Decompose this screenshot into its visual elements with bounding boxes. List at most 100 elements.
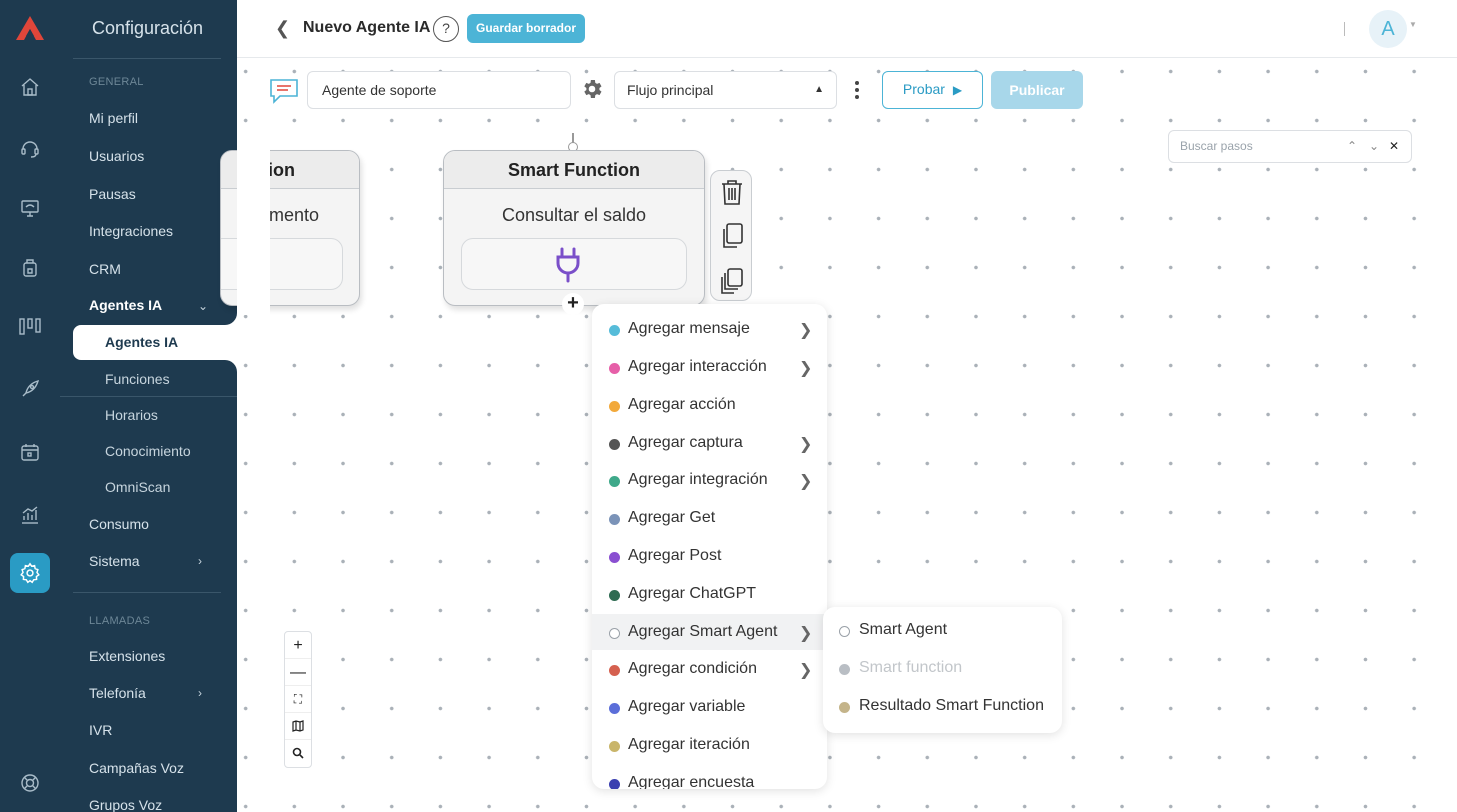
publish-button[interactable]: Publicar — [991, 71, 1083, 109]
sidebar-item-agentes-ia[interactable]: Agentes IA — [105, 334, 178, 350]
sidebar-item-telefonia[interactable]: Telefonía — [89, 685, 146, 701]
search-icon[interactable] — [285, 740, 311, 767]
settings-icon[interactable] — [10, 553, 50, 593]
select-arrows-icon: ▲ — [814, 84, 824, 95]
sidebar-item-extensiones[interactable]: Extensiones — [89, 648, 165, 664]
node-content-box — [461, 238, 687, 290]
fit-view-icon[interactable]: ⛶ — [285, 686, 311, 713]
bottle-icon[interactable] — [10, 248, 50, 288]
add-step-plus-icon[interactable]: + — [562, 293, 584, 315]
menu-item-label: Agregar encuesta — [628, 774, 755, 789]
color-dot-icon — [609, 590, 620, 601]
menu-item[interactable]: Agregar captura ❯ — [592, 425, 827, 461]
support-lifebuoy-icon[interactable] — [10, 763, 50, 803]
chevron-right-icon[interactable]: › — [198, 686, 202, 700]
menu-item[interactable]: Agregar encuesta — [592, 765, 827, 789]
sidebar-item-usuarios[interactable]: Usuarios — [89, 148, 144, 164]
columns-icon[interactable] — [10, 306, 50, 346]
test-button[interactable]: Probar ▶ — [882, 71, 983, 109]
page-title: Nuevo Agente IA — [303, 19, 431, 36]
help-button[interactable]: ? — [433, 16, 459, 42]
color-dot-icon — [839, 702, 850, 713]
home-icon[interactable] — [10, 67, 50, 107]
chevron-right-icon: ❯ — [799, 322, 813, 339]
map-icon[interactable] — [285, 713, 311, 740]
color-dot-icon — [609, 703, 620, 714]
play-icon: ▶ — [952, 83, 963, 97]
headset-icon[interactable] — [10, 128, 50, 168]
flow-select[interactable]: Flujo principal ▲ — [614, 71, 837, 109]
submenu-item[interactable]: Smart Agent — [823, 613, 1062, 649]
color-dot-icon — [609, 363, 620, 374]
menu-item[interactable]: Agregar interacción ❯ — [592, 349, 827, 385]
sidebar-item-pausas[interactable]: Pausas — [89, 186, 136, 202]
submenu-item[interactable]: Resultado Smart Function — [823, 689, 1062, 725]
sidebar-item-integraciones[interactable]: Integraciones — [89, 223, 173, 239]
analytics-icon[interactable] — [10, 495, 50, 535]
more-vertical-icon[interactable] — [848, 78, 866, 102]
menu-item[interactable]: Agregar Post — [592, 538, 827, 574]
menu-item-label: Agregar Get — [628, 509, 716, 526]
calendar-icon[interactable] — [10, 432, 50, 472]
node-title: Smart Function — [444, 151, 704, 189]
color-dot-icon — [839, 664, 850, 675]
sidebar-group-agentes-ia[interactable]: Agentes IA — [89, 297, 162, 313]
app-logo-icon[interactable] — [14, 14, 46, 42]
chevron-right-icon: ❯ — [799, 436, 813, 453]
duplicate-icon[interactable] — [720, 267, 744, 295]
menu-item[interactable]: Agregar integración ❯ — [592, 462, 827, 498]
rocket-icon[interactable] — [10, 369, 50, 409]
sidebar-section-llamadas: LLAMADAS — [89, 615, 151, 627]
chat-bubble-icon[interactable] — [268, 77, 300, 105]
chevron-right-icon: ❯ — [799, 473, 813, 490]
menu-item[interactable]: Agregar Smart Agent ❯ — [592, 614, 827, 650]
chevron-down-icon[interactable]: ⌄ — [1369, 131, 1379, 162]
sidebar-item-ivr[interactable]: IVR — [89, 722, 112, 738]
chevron-right-icon: ❯ — [799, 625, 813, 642]
search-steps-placeholder: Buscar pasos — [1180, 139, 1253, 153]
gear-icon[interactable] — [580, 77, 604, 101]
back-arrow-icon[interactable]: ❮ — [275, 18, 290, 39]
zoom-in-icon[interactable]: + — [285, 632, 311, 659]
sidebar-divider — [73, 58, 221, 59]
caret-down-icon[interactable]: ▼ — [1409, 20, 1417, 29]
sidebar-item-sistema[interactable]: Sistema — [89, 553, 140, 569]
sidebar-item-omniscan[interactable]: OmniScan — [105, 479, 170, 495]
chevron-down-icon[interactable]: ⌄ — [198, 299, 208, 313]
plug-icon — [556, 247, 580, 283]
sidebar-item-consumo[interactable]: Consumo — [89, 516, 149, 532]
chevron-up-icon[interactable]: ⌃ — [1347, 131, 1357, 162]
submenu-item-label: Smart function — [859, 659, 963, 676]
search-steps-input[interactable]: Buscar pasos ⌃ ⌄ ✕ — [1168, 130, 1412, 163]
monitor-icon[interactable] — [10, 188, 50, 228]
smart-agent-submenu: Smart Agent Smart function Resultado Smart… — [823, 607, 1062, 733]
menu-item[interactable]: Agregar condición ❯ — [592, 651, 827, 687]
trash-icon[interactable] — [720, 178, 744, 206]
save-draft-button[interactable]: Guardar borrador — [467, 14, 585, 43]
sidebar-item-crm[interactable]: CRM — [89, 261, 121, 277]
menu-item[interactable]: Agregar Get — [592, 500, 827, 536]
flow-node-smart-function[interactable]: Smart Function Consultar el saldo — [443, 150, 705, 306]
menu-item[interactable]: Agregar ChatGPT — [592, 576, 827, 612]
sidebar-item-conocimiento[interactable]: Conocimiento — [105, 443, 191, 459]
sidebar-item-funciones[interactable]: Funciones — [105, 371, 170, 387]
chevron-right-icon[interactable]: › — [198, 554, 202, 568]
sidebar-item-horarios[interactable]: Horarios — [105, 407, 158, 423]
color-dot-icon — [609, 779, 620, 789]
icon-rail — [0, 0, 60, 812]
menu-item[interactable]: Agregar variable — [592, 689, 827, 725]
menu-item[interactable]: Agregar mensaje ❯ — [592, 311, 827, 347]
sidebar-item-campanas-voz[interactable]: Campañas Voz — [89, 760, 184, 776]
avatar[interactable]: A — [1369, 10, 1407, 48]
agent-name-input[interactable]: Agente de soporte — [307, 71, 571, 109]
test-button-label: Probar — [902, 81, 945, 97]
zoom-out-icon[interactable]: — — [285, 659, 311, 686]
color-dot-icon — [609, 514, 620, 525]
sidebar-item-mi-perfil[interactable]: Mi perfil — [89, 110, 138, 126]
close-icon[interactable]: ✕ — [1389, 131, 1399, 162]
sidebar-item-grupos-voz[interactable]: Grupos Voz — [89, 797, 162, 812]
menu-item[interactable]: Agregar iteración — [592, 727, 827, 763]
color-dot-icon — [839, 626, 850, 637]
menu-item[interactable]: Agregar acción — [592, 387, 827, 423]
copy-icon[interactable] — [720, 222, 744, 250]
